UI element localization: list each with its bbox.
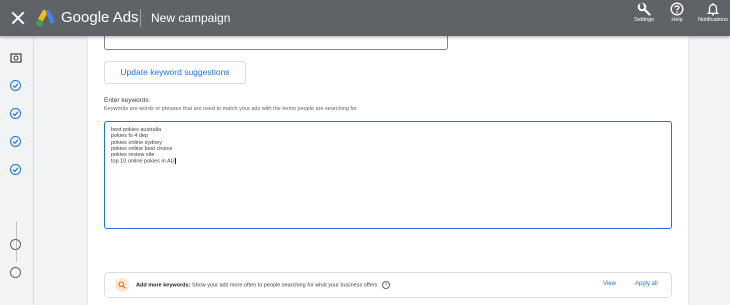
- step-complete-icon[interactable]: [10, 80, 21, 91]
- keyword-line-with-caret: top 10 online pokies in AU: [111, 158, 665, 165]
- tip-bold-label: Add more keywords:: [136, 282, 191, 289]
- settings-label: Settings: [634, 17, 654, 23]
- apply-all-link[interactable]: Apply all: [635, 281, 658, 287]
- header-divider: [140, 9, 141, 27]
- tip-body: Show your ads more often to people searc…: [191, 282, 378, 289]
- close-icon[interactable]: [9, 9, 27, 27]
- update-keyword-suggestions-button[interactable]: Update keyword suggestions: [104, 61, 246, 84]
- step-incomplete-icon[interactable]: [10, 267, 21, 278]
- keywords-card: Update keyword suggestions Enter keyword…: [88, 32, 688, 305]
- keywords-help-text: Keywords are words or phrases that are u…: [104, 106, 357, 112]
- help-icon: [670, 2, 684, 16]
- step-complete-icon[interactable]: [10, 108, 21, 119]
- page-title: New campaign: [151, 11, 231, 25]
- search-suggestion-icon: [115, 278, 129, 292]
- wrench-icon: [637, 2, 651, 16]
- add-more-keywords-text: Add more keywords: Show your ads more of…: [136, 281, 390, 289]
- step-complete-icon[interactable]: [10, 164, 21, 175]
- keywords-textarea[interactable]: best pokies australia pokies fs 4 dep po…: [104, 121, 672, 229]
- settings-button[interactable]: Settings: [629, 2, 659, 34]
- text-caret: [174, 158, 176, 165]
- app-name: Google Ads: [61, 9, 139, 26]
- view-link[interactable]: View: [603, 281, 616, 287]
- left-stepper-rail: [0, 36, 34, 305]
- step-complete-icon[interactable]: [10, 136, 21, 147]
- keywords-label: Enter keywords: [104, 97, 149, 104]
- help-button[interactable]: Help: [662, 2, 692, 34]
- help-icon[interactable]: ?: [381, 281, 390, 289]
- campaign-overview-icon[interactable]: [10, 52, 22, 64]
- notifications-label: Notifications: [698, 17, 728, 23]
- google-ads-logo: [36, 10, 55, 27]
- bell-icon: [706, 3, 720, 16]
- keyword-line: top 10 online pokies in AU: [111, 158, 175, 165]
- add-more-keywords-banner: Add more keywords: Show your ads more of…: [104, 272, 672, 298]
- notifications-button[interactable]: Notifications: [698, 2, 728, 34]
- top-app-bar: Google Ads New campaign Settings Help No…: [0, 0, 730, 36]
- step-incomplete-icon[interactable]: [10, 239, 21, 250]
- help-label: Help: [671, 17, 683, 23]
